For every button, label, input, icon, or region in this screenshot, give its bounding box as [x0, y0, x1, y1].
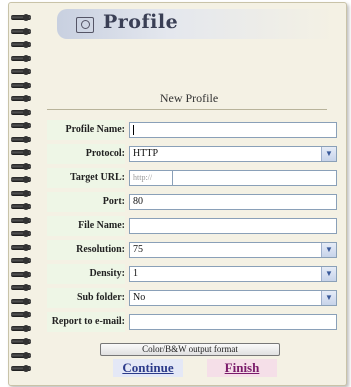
protocol-select[interactable]: HTTP ▼: [129, 146, 337, 162]
sub-folder-value: No: [133, 292, 146, 303]
spiral-ring: [11, 189, 31, 197]
spiral-ring: [11, 149, 31, 156]
chevron-down-icon[interactable]: ▼: [321, 291, 336, 305]
continue-button[interactable]: Continue: [113, 359, 183, 377]
row-protocol: Protocol: HTTP ▼: [47, 144, 339, 164]
resolution-select[interactable]: 75 ▼: [129, 242, 337, 258]
spiral-ring: [11, 365, 31, 372]
spiral-ring: [11, 270, 31, 278]
spiral-ring: [11, 14, 31, 21]
spiral-binding: [11, 14, 31, 380]
row-file-name: File Name:: [47, 216, 339, 236]
spiral-ring: [11, 135, 31, 143]
notebook-panel: Profile New Profile Profile Name: Protoc…: [8, 2, 347, 386]
row-density: Density: 1 ▼: [47, 264, 339, 284]
spiral-ring: [11, 81, 31, 89]
spiral-ring: [11, 230, 31, 237]
url-separator: [172, 171, 173, 185]
port-value: 80: [133, 196, 143, 207]
spiral-ring: [11, 311, 31, 318]
row-resolution: Resolution: 75 ▼: [47, 240, 339, 260]
port-input[interactable]: 80: [129, 194, 337, 210]
density-value: 1: [133, 268, 138, 279]
spiral-ring: [11, 338, 31, 345]
spiral-ring: [11, 243, 31, 251]
chevron-down-icon[interactable]: ▼: [321, 243, 336, 257]
resolution-value: 75: [133, 244, 143, 255]
resolution-label: Resolution:: [47, 240, 125, 260]
file-name-input[interactable]: [129, 218, 337, 234]
protocol-label: Protocol:: [47, 144, 125, 164]
report-email-input[interactable]: [129, 314, 337, 330]
density-select[interactable]: 1 ▼: [129, 266, 337, 282]
report-email-label: Report to e-mail:: [47, 312, 125, 332]
spiral-ring: [11, 324, 31, 332]
port-label: Port:: [47, 192, 125, 212]
spiral-ring: [11, 216, 31, 224]
output-format-button[interactable]: Color/B&W output format: [100, 343, 280, 356]
header-bar: Profile: [57, 9, 335, 39]
spiral-ring: [11, 351, 31, 359]
page-title: Profile: [103, 11, 179, 33]
spiral-ring: [11, 27, 31, 35]
file-name-label: File Name:: [47, 216, 125, 236]
chevron-down-icon[interactable]: ▼: [321, 267, 336, 281]
text-caret: [133, 125, 134, 135]
spiral-ring: [11, 54, 31, 62]
spiral-ring: [11, 68, 31, 75]
spiral-ring: [11, 108, 31, 116]
finish-button[interactable]: Finish: [207, 359, 277, 377]
density-label: Density:: [47, 264, 125, 284]
row-profile-name: Profile Name:: [47, 120, 339, 140]
form-subtitle: New Profile: [159, 91, 219, 105]
spiral-ring: [11, 162, 31, 170]
sub-folder-select[interactable]: No ▼: [129, 290, 337, 306]
spiral-ring: [11, 297, 31, 305]
row-sub-folder: Sub folder: No ▼: [47, 288, 339, 308]
profile-icon: [76, 17, 94, 33]
target-url-label: Target URL:: [47, 168, 125, 188]
divider: [47, 109, 327, 110]
target-url-input[interactable]: http://: [129, 170, 337, 186]
row-report-email: Report to e-mail:: [47, 312, 339, 332]
spiral-ring: [11, 41, 31, 48]
spiral-ring: [11, 122, 31, 129]
spiral-ring: [11, 176, 31, 183]
spiral-ring: [11, 257, 31, 264]
profile-name-label: Profile Name:: [47, 120, 125, 140]
row-target-url: Target URL: http://: [47, 168, 339, 188]
url-prefix: http://: [133, 173, 153, 182]
sub-folder-label: Sub folder:: [47, 288, 125, 308]
spiral-ring: [11, 95, 31, 102]
profile-name-input[interactable]: [129, 122, 337, 138]
spiral-ring: [11, 284, 31, 291]
protocol-value: HTTP: [133, 148, 158, 159]
spiral-ring: [11, 203, 31, 210]
row-port: Port: 80: [47, 192, 339, 212]
chevron-down-icon[interactable]: ▼: [321, 147, 336, 161]
